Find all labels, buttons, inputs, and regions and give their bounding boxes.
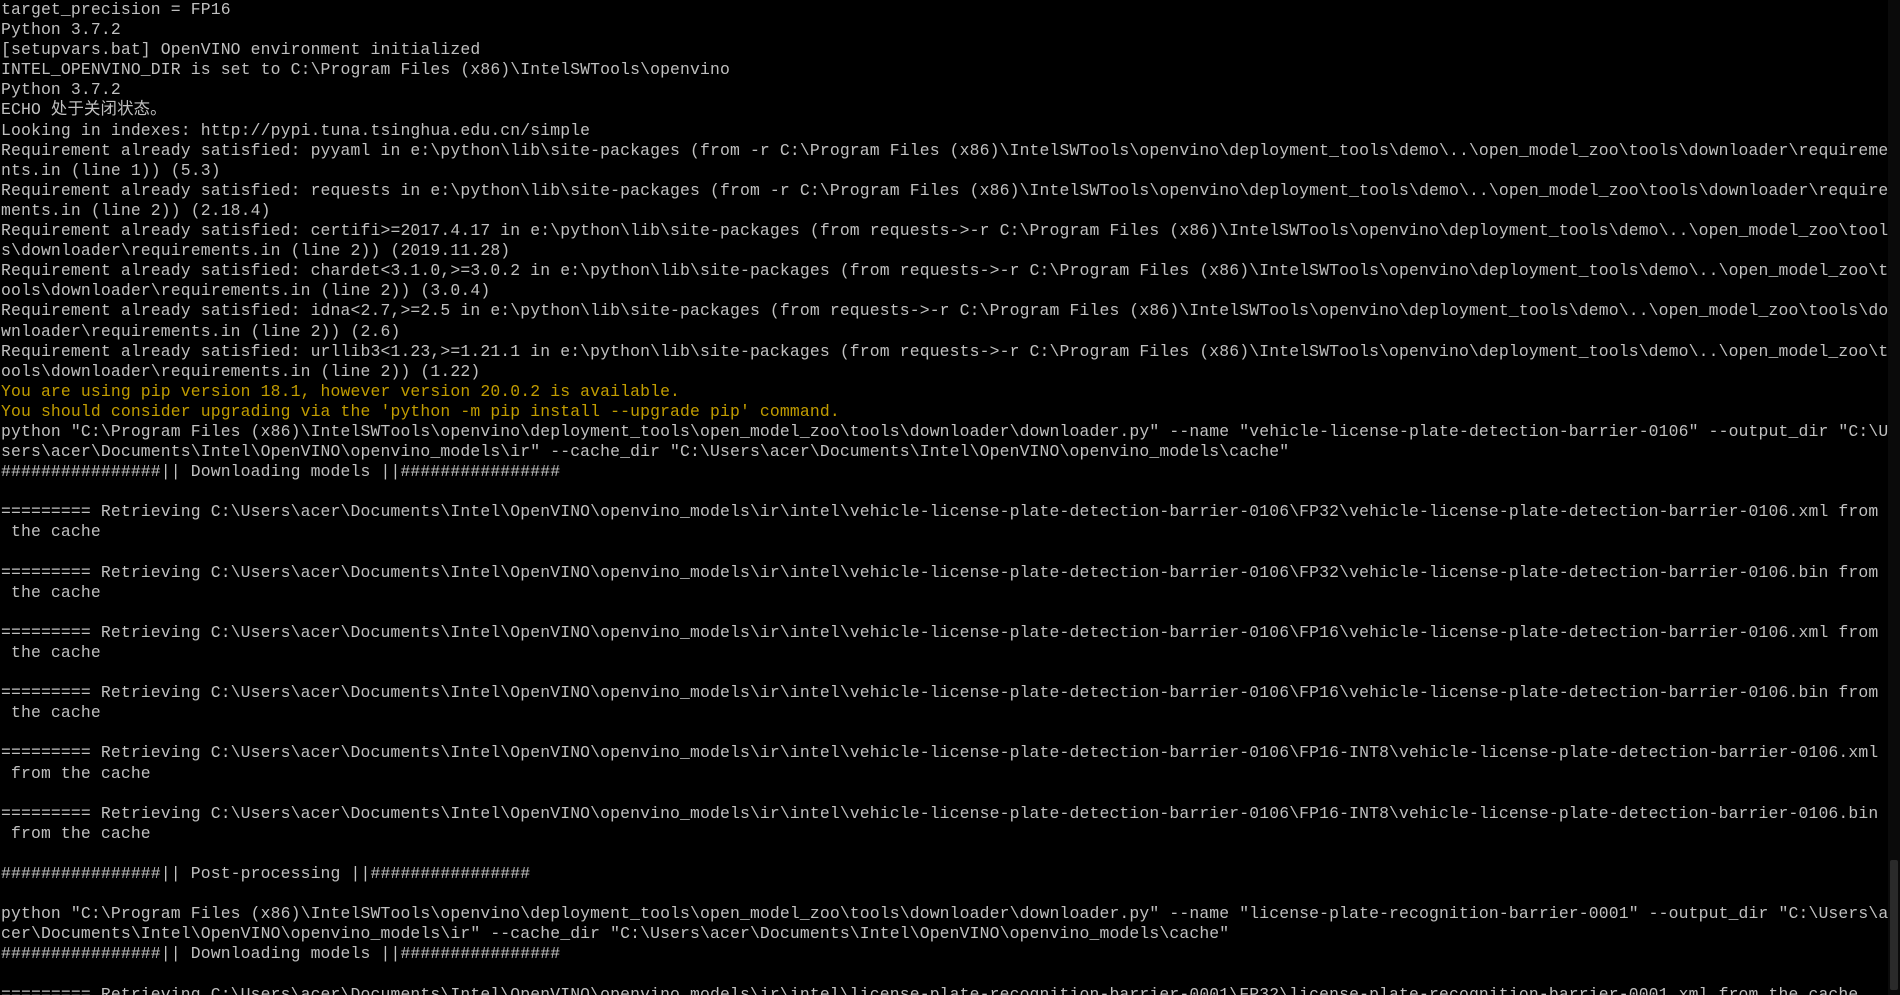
- console-line: ################|| Downloading models ||…: [1, 462, 561, 482]
- console-line: ========= Retrieving C:\Users\acer\Docum…: [1, 683, 1879, 703]
- console-line: Looking in indexes: http://pypi.tuna.tsi…: [1, 120, 591, 140]
- console-line: Requirement already satisfied: urllib3<1…: [1, 341, 1888, 361]
- console-line: ========= Retrieving C:\Users\acer\Docum…: [1, 984, 1859, 995]
- console-line: Requirement already satisfied: pyyaml in…: [1, 140, 1888, 160]
- vertical-scrollbar[interactable]: [1888, 0, 1900, 995]
- console-line: the cache: [1, 522, 101, 542]
- console-line: ools\downloader\requirements.in (line 2)…: [1, 361, 481, 381]
- console-line: python "C:\Program Files (x86)\IntelSWTo…: [1, 421, 1888, 441]
- console-line: Requirement already satisfied: certifi>=…: [1, 221, 1888, 241]
- console-line: the cache: [1, 703, 101, 723]
- console-line: cer\Documents\Intel\OpenVINO\openvino_mo…: [1, 924, 1230, 944]
- console-output-area[interactable]: target_precision = FP16 Python 3.7.2 [setu…: [0, 0, 1888, 995]
- console-line: INTEL_OPENVINO_DIR is set to C:\Program …: [1, 60, 730, 80]
- console-warning-line: You should consider upgrading via the 'p…: [1, 401, 840, 421]
- console-line: Requirement already satisfied: chardet<3…: [1, 261, 1888, 281]
- console-line: from the cache: [1, 823, 151, 843]
- scrollbar-thumb[interactable]: [1890, 860, 1898, 990]
- console-line: wnloader\requirements.in (line 2)) (2.6): [1, 321, 401, 341]
- console-line: ECHO 处于关闭状态。: [1, 100, 167, 120]
- console-line: the cache: [1, 643, 101, 662]
- console-line: Python 3.7.2: [1, 20, 121, 40]
- console-warning-line: You are using pip version 18.1, however …: [1, 381, 681, 401]
- console-line: ========= Retrieving C:\Users\acer\Docum…: [1, 622, 1879, 642]
- console-line: ========= Retrieving C:\Users\acer\Docum…: [1, 502, 1879, 522]
- console-window: target_precision = FP16 Python 3.7.2 [setu…: [0, 0, 1900, 995]
- console-line: Requirement already satisfied: idna<2.7,…: [1, 301, 1888, 321]
- console-line: ========= Retrieving C:\Users\acer\Docum…: [1, 803, 1879, 823]
- console-line: Python 3.7.2: [1, 80, 121, 100]
- console-output: target_precision = FP16 Python 3.7.2 [setu…: [0, 0, 1888, 995]
- console-line: ################|| Downloading models ||…: [1, 944, 561, 964]
- console-line: ools\downloader\requirements.in (line 2)…: [1, 281, 491, 301]
- console-line: [setupvars.bat] OpenVINO environment ini…: [1, 40, 481, 60]
- console-line: target_precision = FP16: [1, 0, 231, 19]
- console-line: nts.in (line 1)) (5.3): [1, 160, 221, 180]
- console-line: ################|| Post-processing ||###…: [1, 864, 531, 884]
- console-line: s\downloader\requirements.in (line 2)) (…: [1, 241, 511, 261]
- console-line: ========= Retrieving C:\Users\acer\Docum…: [1, 743, 1879, 763]
- console-line: Requirement already satisfied: requests …: [1, 180, 1888, 200]
- console-line: ments.in (line 2)) (2.18.4): [1, 200, 271, 220]
- console-line: python "C:\Program Files (x86)\IntelSWTo…: [1, 904, 1888, 924]
- console-line: ========= Retrieving C:\Users\acer\Docum…: [1, 562, 1879, 582]
- console-line: from the cache: [1, 763, 151, 783]
- console-line: sers\acer\Documents\Intel\OpenVINO\openv…: [1, 442, 1290, 462]
- console-line: the cache: [1, 582, 101, 602]
